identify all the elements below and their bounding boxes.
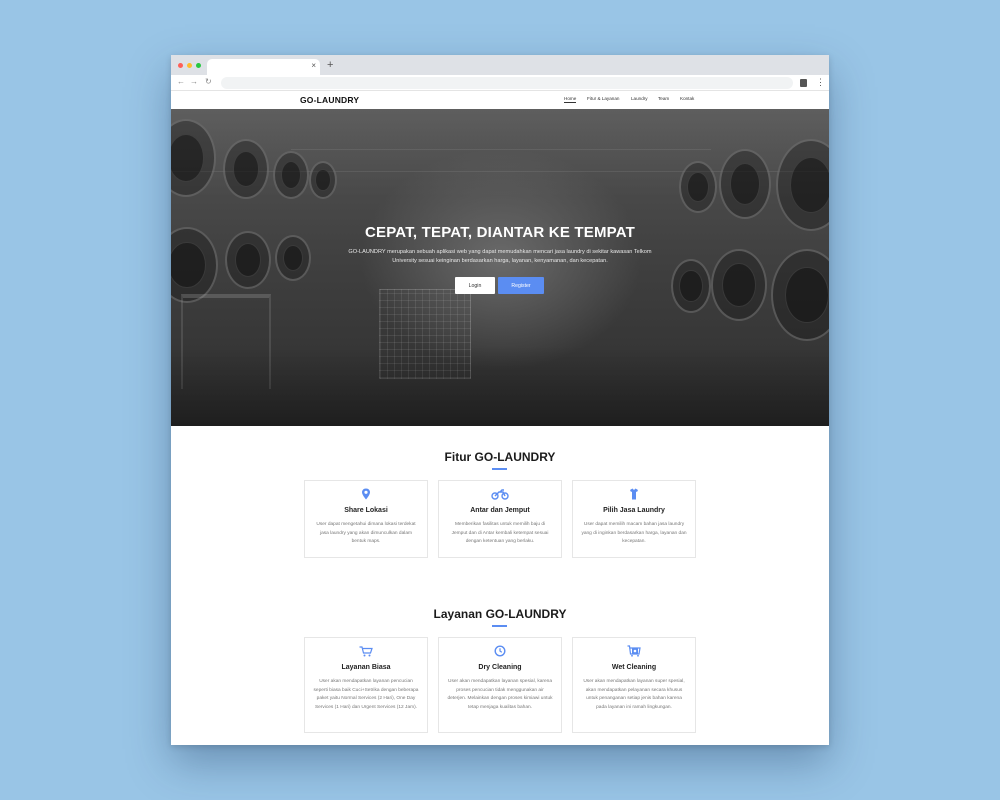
maximize-window-icon[interactable] [196,63,201,68]
service-description: User akan mendapatkan layanan pencucian … [313,679,419,710]
cart-icon [305,644,427,662]
site-navbar: GO-LAUNDRY Home Fitur & Layanan Laundry … [171,91,829,109]
browser-menu-icon[interactable]: ⋮ [816,76,825,88]
services-title-underline [492,625,507,627]
feature-card-share-lokasi: Share Lokasi User dapat mengetahui diman… [304,480,428,558]
content-sections: Fitur GO-LAUNDRY Share Lokasi User dapat… [171,426,829,745]
features-title: Fitur GO-LAUNDRY [444,450,556,464]
login-button[interactable]: Login [455,277,495,294]
hero-banner: CEPAT, TEPAT, DIANTAR KE TEMPAT GO-LAUND… [171,109,829,426]
extension-icon[interactable] [800,79,807,87]
browser-toolbar: ← → ↻ ⋮ [171,75,829,91]
browser-window: × + ← → ↻ ⋮ GO-LAUNDRY Home Fitur & Laya… [171,55,829,745]
washer-image [771,249,829,341]
nav-link-home[interactable]: Home [564,96,577,103]
service-card-wet-cleaning: Wet Cleaning User akan mendapatkan layan… [572,637,696,733]
service-description: User akan mendapatkan layanan spesial, k… [447,679,553,710]
washer-image [679,161,717,213]
hero-floor [171,346,829,426]
washer-image [223,139,269,199]
feature-card-pilih-jasa: Pilih Jasa Laundry User dapat memilih ma… [572,480,696,558]
back-icon[interactable]: ← [177,77,185,87]
washer-image [309,161,337,199]
motorcycle-icon [439,487,561,505]
nav-link-fitur-layanan[interactable]: Fitur & Layanan [587,96,619,101]
features-title-underline [492,468,507,470]
web-page: GO-LAUNDRY Home Fitur & Layanan Laundry … [171,91,829,745]
hero-title: CEPAT, TEPAT, DIANTAR KE TEMPAT [364,224,636,241]
address-bar[interactable] [221,77,793,89]
browser-titlebar: × + [171,55,829,75]
reload-icon[interactable]: ↻ [205,77,212,87]
feature-title: Share Lokasi [344,507,388,514]
feature-description: User dapat memilih macam bahan jasa laun… [581,522,687,544]
nav-link-team[interactable]: Team [658,96,669,101]
service-title: Layanan Biasa [341,664,391,671]
service-card-dry-cleaning: Dry Cleaning User akan mendapatkan layan… [438,637,562,733]
washer-image [671,259,711,313]
washer-image [719,149,771,219]
service-title: Dry Cleaning [478,664,522,671]
register-button[interactable]: Register [498,277,544,294]
service-description: User akan mendapatkan layanan super spes… [583,679,685,710]
minimize-window-icon[interactable] [187,63,192,68]
feature-description: User dapat mengetahui dimana lokasi terd… [316,522,416,544]
feature-title: Antar dan Jemput [470,507,530,514]
browser-tab[interactable]: × [207,59,320,75]
washer-image [711,249,767,321]
services-title: Layanan GO-LAUNDRY [433,607,567,621]
hero-decor-line [291,149,711,150]
map-pin-icon [305,487,427,505]
feature-card-antar-jemput: Antar dan Jemput Memberikan fasilitas un… [438,480,562,558]
feature-description: Memberikan fasilitas untuk memilih baju … [451,522,549,544]
washing-machine-icon [573,644,695,662]
tab-close-icon[interactable]: × [311,61,316,71]
nav-link-kontak[interactable]: Kontak [680,96,694,101]
service-card-layanan-biasa: Layanan Biasa User akan mendapatkan laya… [304,637,428,733]
close-window-icon[interactable] [178,63,183,68]
brand-logo[interactable]: GO-LAUNDRY [300,95,359,105]
washer-image [273,151,309,199]
shirt-icon [573,487,695,505]
nav-link-laundry[interactable]: Laundry [631,96,648,101]
clock-icon [439,644,561,662]
forward-icon[interactable]: → [190,77,198,87]
hero-description: GO-LAUNDRY merupakan sebuah aplikasi web… [348,249,652,264]
washer-image [275,235,311,281]
service-title: Wet Cleaning [611,664,657,671]
feature-title: Pilih Jasa Laundry [603,507,665,514]
new-tab-icon[interactable]: + [327,59,333,71]
